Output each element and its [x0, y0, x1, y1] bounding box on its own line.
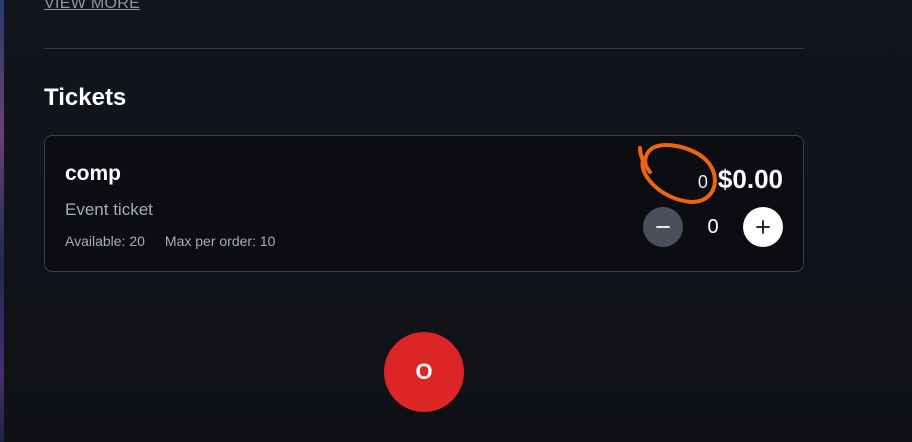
ticket-name: comp [65, 162, 122, 185]
quantity-value: 0 [707, 215, 719, 238]
divider [44, 48, 804, 49]
quantity-stepper: 0 [643, 207, 783, 247]
ticket-card: comp Event ticket Available: 20 Max per … [44, 135, 804, 272]
ticket-meta: Available: 20 Max per order: 10 [65, 233, 275, 249]
view-more-link[interactable]: VIEW MORE [44, 0, 140, 13]
price-row: 0 $0.00 [698, 164, 783, 195]
plus-icon [756, 220, 770, 234]
max-per-order: Max per order: 10 [164, 233, 276, 249]
increment-button[interactable] [743, 207, 783, 247]
floating-action-button[interactable]: O [384, 332, 464, 412]
minus-icon [656, 226, 670, 228]
decrement-button[interactable] [643, 207, 683, 247]
selected-count: 0 [697, 172, 708, 192]
available-count: Available: 20 [65, 233, 145, 249]
background-edge [0, 0, 4, 442]
section-title: Tickets [44, 84, 127, 111]
ticket-type: Event ticket [65, 200, 153, 219]
ticket-price: $0.00 [717, 164, 783, 194]
page: VIEW MORE Tickets comp Event ticket Avai… [0, 0, 912, 442]
